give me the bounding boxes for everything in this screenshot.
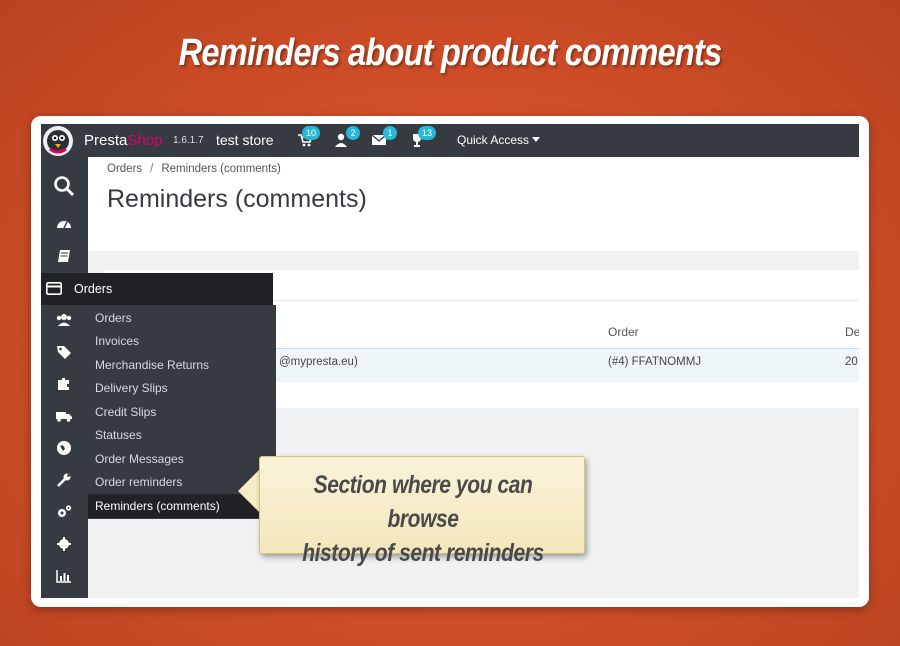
messages-badge: 1 <box>383 126 397 140</box>
submenu-item-reminders-comments[interactable]: Reminders (comments) <box>95 499 220 513</box>
submenu-item-order-reminders[interactable]: Order reminders <box>95 475 182 489</box>
catalog-book-icon[interactable] <box>55 247 73 265</box>
tags-icon[interactable] <box>55 343 73 361</box>
cell-order: (#4) FFATNOMMJ <box>608 356 702 368</box>
cell-email: @mypresta.eu) <box>279 356 358 368</box>
credit-card-icon <box>46 282 62 295</box>
submenu-item-order-messages[interactable]: Order Messages <box>95 452 184 466</box>
search-icon[interactable] <box>53 175 75 197</box>
modules-puzzle-icon[interactable] <box>55 375 73 393</box>
submenu-item-delivery-slips[interactable]: Delivery Slips <box>95 381 168 395</box>
trophy-badge: 13 <box>418 126 437 140</box>
submenu-item-statuses[interactable]: Statuses <box>95 428 142 442</box>
submenu-item-credit-slips[interactable]: Credit Slips <box>95 405 156 419</box>
top-bar: PrestaShop 1.6.1.7 test store 10 2 1 13 … <box>41 124 859 157</box>
wrench-icon[interactable] <box>55 471 73 489</box>
sidebar <box>41 157 88 598</box>
breadcrumb: Orders / Reminders (comments) <box>107 163 281 175</box>
stats-chart-icon[interactable] <box>55 567 73 585</box>
prestashop-logo-icon[interactable] <box>41 124 75 157</box>
customers-icon[interactable] <box>55 311 73 329</box>
page-header: Orders / Reminders (comments) Reminders (c… <box>88 157 859 251</box>
breadcrumb-current: Reminders (comments) <box>161 163 281 175</box>
menu-orders-label: Orders <box>74 282 113 296</box>
version-label: 1.6.1.7 <box>173 135 204 146</box>
customers-badge: 2 <box>346 126 360 140</box>
callout-text: Section where you can browse history of … <box>302 471 544 567</box>
brand-name: PrestaShop <box>84 132 163 149</box>
quick-access-menu[interactable]: Quick Access <box>457 133 541 147</box>
breadcrumb-orders[interactable]: Orders <box>107 163 142 175</box>
cell-date: 20 <box>845 356 858 368</box>
shipping-truck-icon[interactable] <box>55 407 73 425</box>
submenu-item-invoices[interactable]: Invoices <box>95 334 139 348</box>
column-header-date[interactable]: De <box>845 325 859 339</box>
page-title: Reminders (comments) <box>107 185 367 213</box>
headline: Reminders about product comments <box>178 32 723 74</box>
menu-orders-header[interactable]: Orders <box>41 273 273 305</box>
column-header-order[interactable]: Order <box>608 325 639 339</box>
store-name[interactable]: test store <box>216 132 274 148</box>
orders-badge: 10 <box>302 126 321 140</box>
callout-arrow <box>238 469 260 513</box>
caret-down-icon <box>532 137 541 142</box>
cog-icon[interactable] <box>55 535 73 553</box>
globe-icon[interactable] <box>55 439 73 457</box>
cogs-icon[interactable] <box>55 503 73 521</box>
submenu-item-orders[interactable]: Orders <box>95 311 132 325</box>
annotation-callout: Section where you can browse history of … <box>259 456 585 567</box>
dashboard-icon[interactable] <box>55 215 73 233</box>
submenu-item-merchandise-returns[interactable]: Merchandise Returns <box>95 358 209 372</box>
